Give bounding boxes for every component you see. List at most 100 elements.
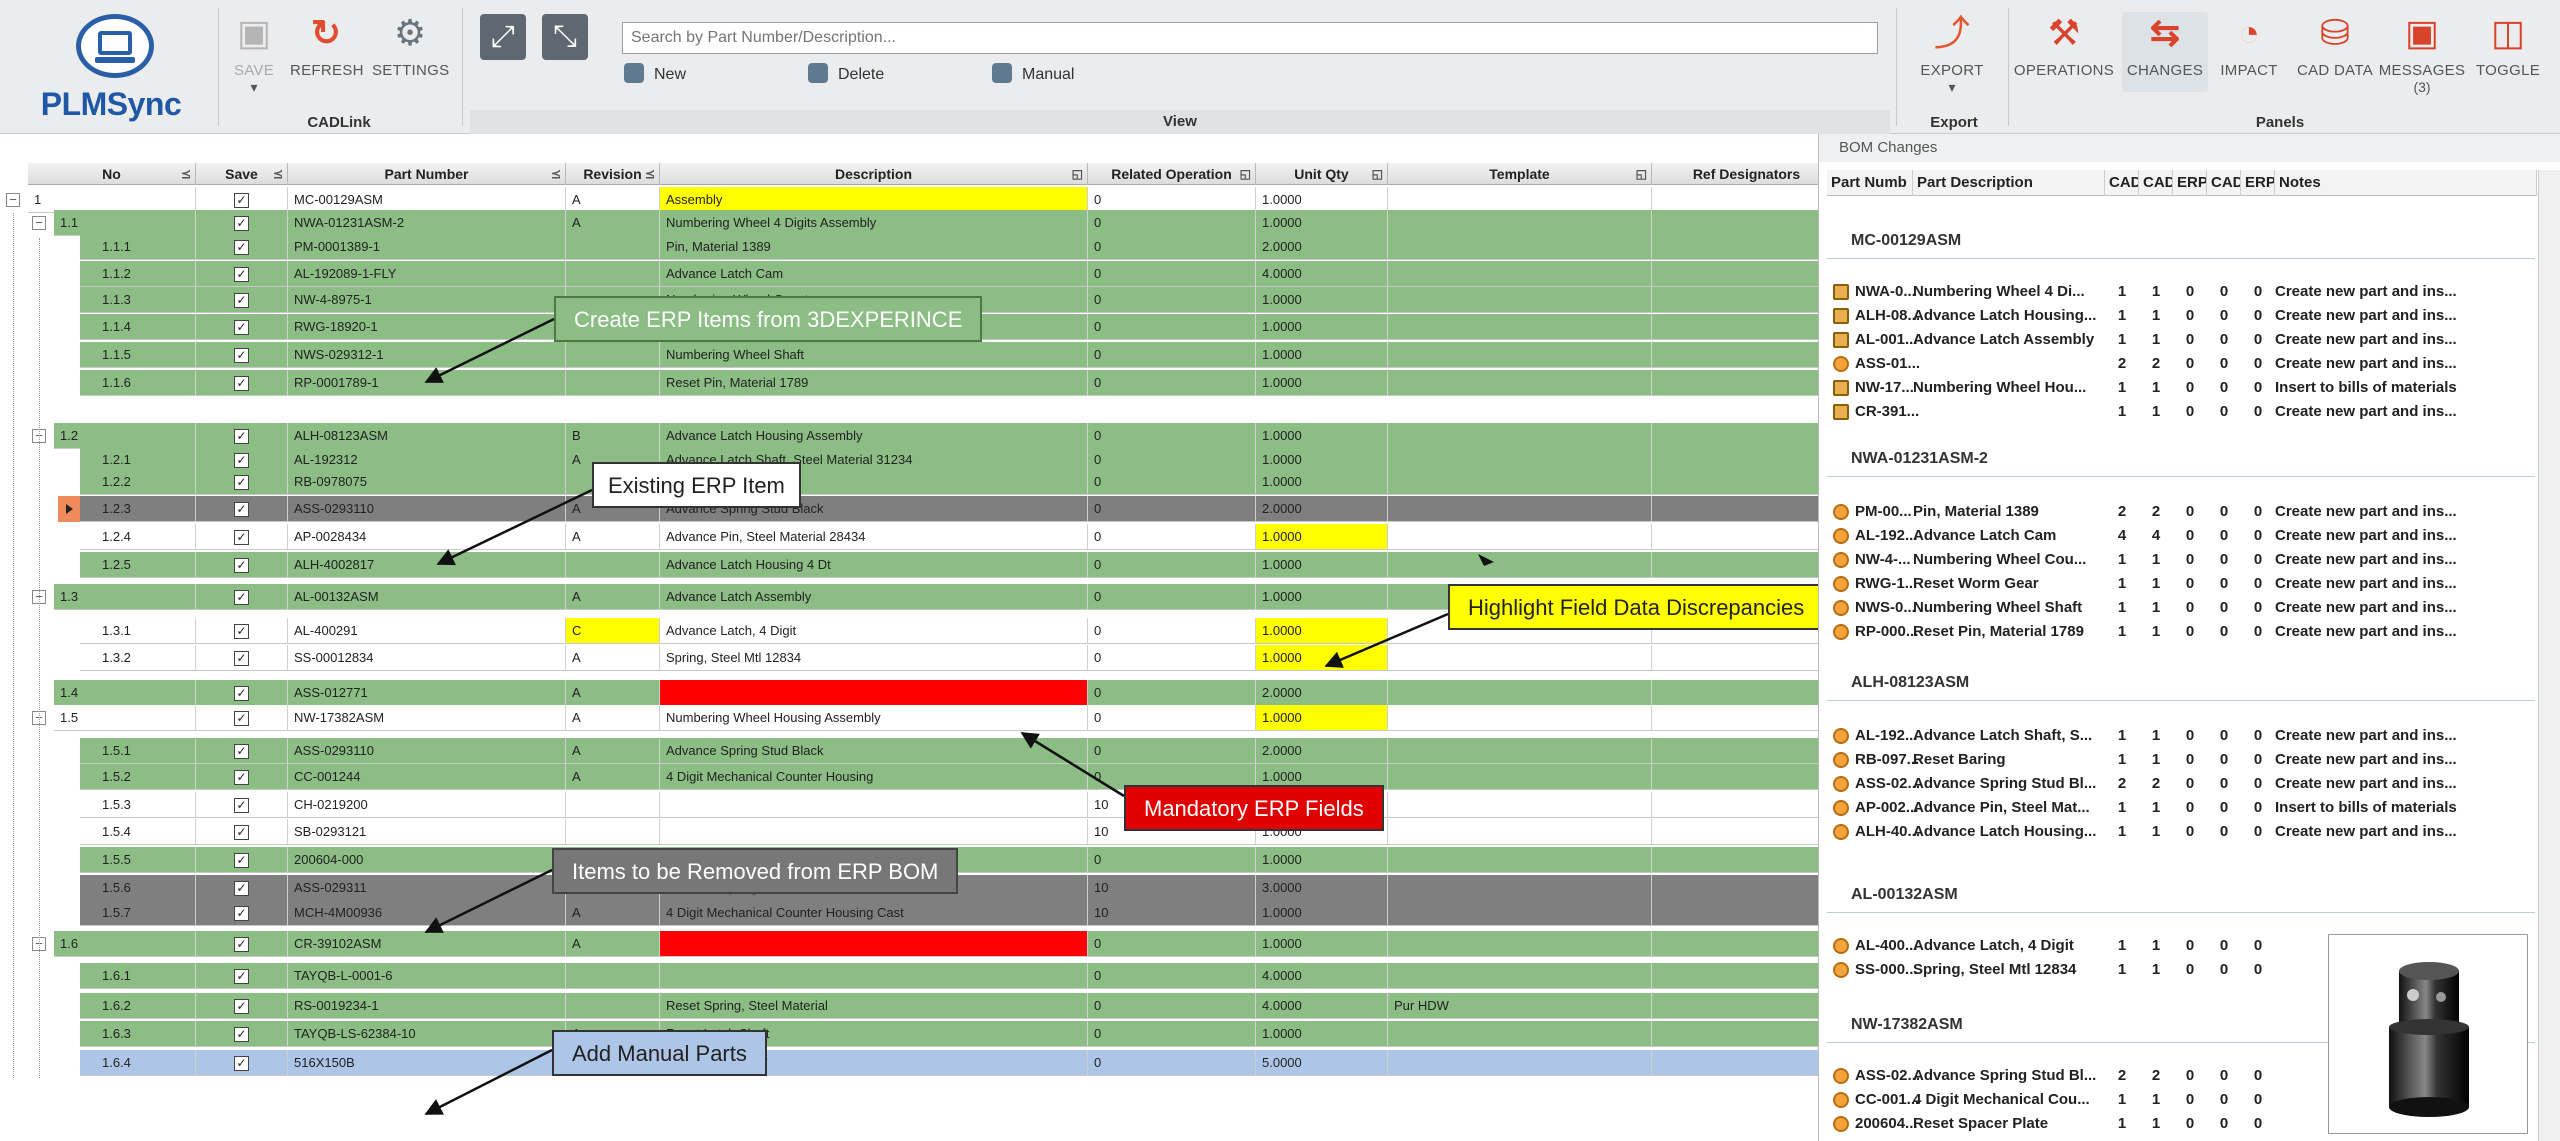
table-row[interactable]: 1.2.4 ✓ AP-0028434 A Advance Pin, Steel Mate… — [80, 524, 1818, 550]
col-header-part-number[interactable]: Part Number ⪯ — [288, 163, 566, 185]
pin-icon[interactable]: ⪯ — [645, 163, 655, 185]
table-row[interactable]: 1.6.2 ✓ RS-0019234-1 Reset Spring, Steel Ma… — [80, 993, 1818, 1019]
table-row[interactable]: 1.5.1 ✓ ASS-0293110 A Advance Spring Stud Bl… — [80, 738, 1818, 764]
table-row[interactable]: 1.5.2 ✓ CC-001244 A 4 Digit Mechanical Count… — [80, 764, 1818, 790]
pin-icon[interactable]: ⪯ — [273, 163, 283, 185]
save-checkbox[interactable]: ✓ — [234, 969, 249, 984]
save-cell[interactable]: ✓ — [196, 963, 288, 989]
panel-col-cad[interactable]: CAD — [2139, 170, 2173, 196]
save-cell[interactable]: ✓ — [196, 680, 288, 706]
save-cell[interactable]: ✓ — [196, 645, 288, 671]
pin-icon[interactable]: ◱ — [1240, 163, 1251, 185]
table-row[interactable]: 1.2.2✓RB-0978075Reset Baring01.0000 — [80, 469, 1818, 495]
save-cell[interactable]: ✓ — [196, 847, 288, 873]
col-header-related-operation[interactable]: Related Operation ◱ — [1088, 163, 1256, 185]
filter-manual-checkbox[interactable]: Manual — [992, 63, 1074, 84]
save-checkbox[interactable]: ✓ — [234, 193, 249, 208]
save-button[interactable]: ▣ SAVE ▾ — [230, 12, 278, 95]
export-button[interactable]: ⤴ EXPORT ▾ — [1912, 12, 1992, 95]
panel-col-notes[interactable]: Notes — [2275, 170, 2537, 196]
save-checkbox[interactable]: ✓ — [234, 590, 249, 605]
save-cell[interactable]: ✓ — [196, 496, 288, 522]
panel-change-row[interactable]: RWG-1... Reset Worm Gear 1 1 0 0 0 Create new p… — [1827, 572, 2537, 596]
panel-change-row[interactable]: ALH-40... Advance Latch Housing... 1 1 0 0 0 Cr… — [1827, 820, 2537, 844]
table-row[interactable]: 1.3.2 ✓ SS-00012834 A Spring, Steel Mtl 1283… — [80, 645, 1818, 671]
table-row[interactable]: 1.6.4✓516X150BBolt 5/16" X 1.50"05.0000 — [80, 1050, 1818, 1076]
table-row[interactable]: 1.6.1 ✓ TAYQB-L-0001-6 0 4.0000 — [80, 963, 1818, 989]
save-cell[interactable]: ✓ — [196, 705, 288, 731]
save-checkbox[interactable]: ✓ — [234, 744, 249, 759]
panel-col-cadi[interactable]: CADI — [2105, 170, 2139, 196]
save-checkbox[interactable]: ✓ — [234, 348, 249, 363]
save-cell[interactable]: ✓ — [196, 261, 288, 287]
panel-change-row[interactable]: RB-097... Reset Baring 1 1 0 0 0 Create new par… — [1827, 748, 2537, 772]
save-checkbox[interactable]: ✓ — [234, 624, 249, 639]
table-row[interactable]: 1.4 ✓ ASS-012771 A 0 2.0000 — [54, 680, 1818, 706]
panel-change-row[interactable]: NWS-0... Numbering Wheel Shaft 1 1 0 0 0 Create… — [1827, 596, 2537, 620]
save-checkbox[interactable]: ✓ — [234, 475, 249, 490]
save-checkbox[interactable]: ✓ — [234, 999, 249, 1014]
save-checkbox[interactable]: ✓ — [234, 453, 249, 468]
save-cell[interactable]: ✓ — [196, 819, 288, 845]
save-cell[interactable]: ✓ — [196, 342, 288, 368]
col-header-no[interactable]: No ⪯ — [28, 163, 196, 185]
save-checkbox[interactable]: ✓ — [234, 881, 249, 896]
messages-panel-button[interactable]: ▣ MESSAGES (3) — [2376, 12, 2468, 95]
save-cell[interactable]: ✓ — [196, 423, 288, 449]
save-checkbox[interactable]: ✓ — [234, 770, 249, 785]
save-checkbox[interactable]: ✓ — [234, 906, 249, 921]
save-cell[interactable]: ✓ — [196, 370, 288, 396]
panel-change-row[interactable]: AP-002... Advance Pin, Steel Mat... 1 1 0 0 0 I… — [1827, 796, 2537, 820]
table-row[interactable]: 1.1.5 ✓ NWS-029312-1 Numbering Wheel Shaft 0… — [80, 342, 1818, 368]
panel-col-erpc[interactable]: ERPC — [2173, 170, 2207, 196]
panel-change-row[interactable]: AL-192... Advance Latch Cam 4 4 0 0 0 Create ne… — [1827, 524, 2537, 548]
collapse-all-button[interactable]: ⤡ — [542, 14, 588, 60]
filter-new-checkbox[interactable]: New — [624, 63, 686, 84]
panel-col-part-description[interactable]: Part Description — [1913, 170, 2105, 196]
save-cell[interactable]: ✓ — [196, 875, 288, 901]
panel-col-erpi[interactable]: ERP I — [2241, 170, 2275, 196]
save-checkbox[interactable]: ✓ — [234, 1027, 249, 1042]
table-row[interactable]: 1.1.6 ✓ RP-0001789-1 Reset Pin, Material 17… — [80, 370, 1818, 396]
save-cell[interactable]: ✓ — [196, 314, 288, 340]
save-cell[interactable]: ✓ — [196, 931, 288, 957]
save-checkbox[interactable]: ✓ — [234, 530, 249, 545]
refresh-button[interactable]: ↻ REFRESH — [290, 12, 363, 92]
save-checkbox[interactable]: ✓ — [234, 240, 249, 255]
save-checkbox[interactable]: ✓ — [234, 376, 249, 391]
pin-icon[interactable]: ⪯ — [551, 163, 561, 185]
save-cell[interactable]: ✓ — [196, 210, 288, 236]
search-input[interactable] — [622, 22, 1878, 54]
col-header-save[interactable]: Save ⪯ — [196, 163, 288, 185]
table-row[interactable]: 1.1 ✓ NWA-01231ASM-2 A Numbering Wheel 4 Dig… — [54, 210, 1818, 236]
save-checkbox[interactable]: ✓ — [234, 429, 249, 444]
panel-change-row[interactable]: CR-391... 1 1 0 0 0 Create new part and ins... — [1827, 400, 2537, 424]
save-checkbox[interactable]: ✓ — [234, 711, 249, 726]
table-row[interactable]: 1.5.4 ✓ SB-0293121 10 1.0000 — [80, 819, 1818, 845]
table-row[interactable]: 1.6 ✓ CR-39102ASM A 0 1.0000 — [54, 931, 1818, 957]
panel-change-row[interactable]: PM-00... Pin, Material 1389 2 2 0 0 0 Create ne… — [1827, 500, 2537, 524]
table-row[interactable]: 1.2.5 ✓ ALH-4002817 Advance Latch Housing 4… — [80, 552, 1818, 578]
panel-col-part-number[interactable]: Part Numb — [1827, 170, 1913, 196]
toggle-panel-button[interactable]: ◫ TOGGLE — [2468, 12, 2548, 92]
pin-icon[interactable]: ◱ — [1072, 163, 1083, 185]
table-row[interactable]: 1.1.2 ✓ AL-192089-1-FLY Advance Latch Cam 0 4… — [80, 261, 1818, 287]
col-header-description[interactable]: Description ◱ — [660, 163, 1088, 185]
save-checkbox[interactable]: ✓ — [234, 1056, 249, 1071]
save-cell[interactable]: ✓ — [196, 1021, 288, 1047]
settings-button[interactable]: ⚙ SETTINGS — [372, 12, 449, 92]
col-header-ref-designators[interactable]: Ref Designators — [1652, 163, 1818, 185]
save-checkbox[interactable]: ✓ — [234, 320, 249, 335]
table-row[interactable]: 1.2 ✓ ALH-08123ASM B Advance Latch Housing A… — [54, 423, 1818, 449]
col-header-unit-qty[interactable]: Unit Qty ◱ — [1256, 163, 1388, 185]
save-cell[interactable]: ✓ — [196, 792, 288, 818]
save-cell[interactable]: ✓ — [196, 584, 288, 610]
panel-change-row[interactable]: RP-000... Reset Pin, Material 1789 1 1 0 0 0 Cr… — [1827, 620, 2537, 644]
col-header-template[interactable]: Template ◱ — [1388, 163, 1652, 185]
operations-panel-button[interactable]: ⚒ OPERATIONS — [2012, 12, 2116, 92]
table-row[interactable]: 1.1.1 ✓ PM-0001389-1 Pin, Material 1389 0 2.0… — [80, 234, 1818, 260]
save-checkbox[interactable]: ✓ — [234, 825, 249, 840]
table-row[interactable]: 1.2.3 ✓ ASS-0293110 A Advance Spring Stud Bl… — [80, 496, 1818, 522]
panel-change-row[interactable]: ASS-02... Advance Spring Stud Bl... 2 2 0 0 0 C… — [1827, 772, 2537, 796]
save-cell[interactable]: ✓ — [196, 618, 288, 644]
